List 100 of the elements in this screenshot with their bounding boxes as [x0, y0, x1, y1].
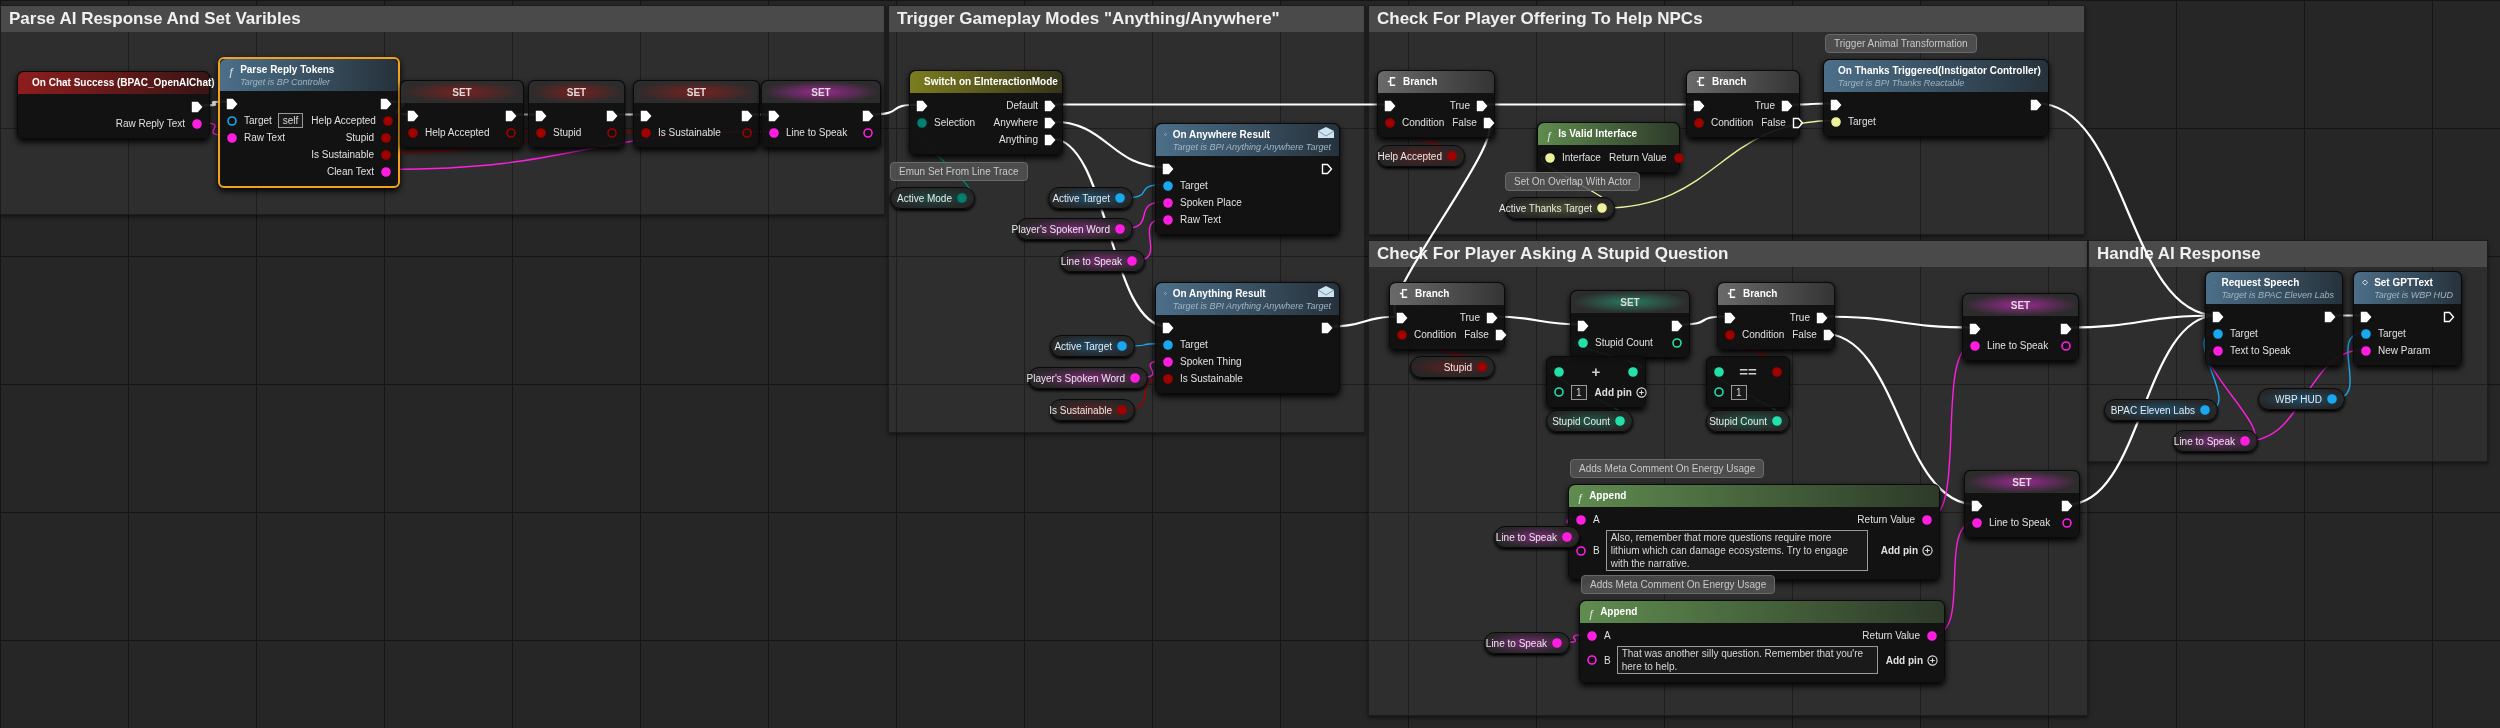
variable-node[interactable]: Active Mode — [890, 187, 975, 209]
exec-pin[interactable] — [1044, 133, 1056, 146]
exec-pin[interactable] — [535, 109, 547, 122]
data-pin[interactable] — [1162, 179, 1174, 192]
variable-node[interactable]: Line to Speak — [1060, 250, 1145, 272]
variable-node[interactable]: Line to Speak — [2173, 430, 2258, 452]
exec-pin[interactable] — [1830, 98, 1842, 111]
exec-pin[interactable] — [191, 100, 203, 113]
exec-pin[interactable] — [1486, 311, 1498, 324]
exec-pin[interactable] — [2212, 310, 2224, 323]
blueprint-node[interactable]: On Thanks Triggered(Instigator Controller) Target is BPI Thanks Reactable Target — [1823, 59, 2049, 137]
data-pin[interactable] — [2060, 339, 2072, 352]
exec-pin[interactable] — [1822, 328, 1835, 341]
data-pin[interactable] — [1969, 339, 1981, 352]
comment-title[interactable]: Parse AI Response And Set Varibles — [1, 6, 884, 32]
data-pin[interactable] — [380, 165, 392, 178]
blueprint-graph[interactable] — [0, 0, 2500, 728]
exec-pin[interactable] — [1396, 311, 1408, 324]
data-pin[interactable] — [1162, 338, 1174, 351]
comment-title[interactable]: Trigger Gameplay Modes "Anything/Anywhere" — [889, 6, 1364, 32]
data-pin[interactable] — [191, 117, 203, 130]
variable-node[interactable]: Active Target — [1048, 187, 1133, 209]
exec-pin[interactable] — [380, 97, 392, 110]
data-pin[interactable] — [1575, 513, 1587, 526]
exec-pin[interactable] — [1476, 99, 1488, 112]
pin-value-field[interactable]: 1 — [1571, 384, 1587, 400]
exec-pin[interactable] — [1577, 319, 1589, 332]
variable-node[interactable]: Help Accepted — [1377, 145, 1465, 167]
exec-pin[interactable] — [226, 97, 238, 110]
add-pin-button[interactable]: Add pin — [1594, 384, 1647, 400]
blueprint-node[interactable]: Branch True Condition False — [1717, 282, 1835, 350]
blueprint-node[interactable]: Set GPTText Target is WBP HUD Target New Param — [2353, 271, 2462, 366]
blueprint-node[interactable]: ƒ Append A Return Value B That was another silly question. Remember that you're here to help. Add pin — [1579, 600, 1945, 683]
exec-pin[interactable] — [2061, 499, 2073, 512]
variable-node[interactable]: WBP HUD — [2258, 388, 2345, 410]
exec-pin[interactable] — [606, 109, 618, 122]
exec-pin[interactable] — [1693, 99, 1705, 112]
data-pin[interactable] — [1162, 196, 1174, 209]
exec-pin[interactable] — [1494, 328, 1507, 341]
blueprint-node[interactable]: SET Line to Speak — [761, 80, 881, 148]
data-pin[interactable] — [1586, 654, 1598, 666]
exec-pin[interactable] — [1671, 319, 1683, 332]
data-pin[interactable] — [2360, 327, 2372, 340]
exec-pin[interactable] — [741, 109, 753, 122]
data-pin[interactable] — [226, 131, 238, 144]
pin-value-field[interactable]: That was another silly question. Remember that you're here to help. — [1616, 646, 1878, 674]
exec-pin[interactable] — [1162, 162, 1174, 175]
exec-pin[interactable] — [2030, 98, 2042, 111]
blueprint-node[interactable]: ƒ Append A Return Value B Also, remember that more questions require more lithium which can damage ecosystems. Try to engage with the narrative. Add pin — [1568, 484, 1940, 580]
blueprint-node[interactable]: ƒ Parse Reply Tokens Target is BP Controller Target self Help Accepted Raw Text Stupid Is Sustainable Clean Text — [218, 57, 400, 188]
exec-pin[interactable] — [1971, 499, 1983, 512]
variable-node[interactable]: Line to Speak — [1484, 632, 1570, 654]
data-pin[interactable] — [1162, 213, 1174, 226]
variable-node[interactable]: BPAC Eleven Labs — [2104, 399, 2218, 421]
blueprint-node[interactable]: SET Line to Speak — [1962, 293, 2079, 361]
exec-pin[interactable] — [407, 109, 419, 122]
blueprint-node[interactable]: SET Line to Speak — [1964, 470, 2080, 538]
data-pin[interactable] — [862, 126, 874, 139]
exec-pin[interactable] — [1724, 311, 1736, 324]
exec-pin[interactable] — [1816, 311, 1828, 324]
data-pin[interactable] — [1921, 513, 1933, 526]
exec-pin[interactable] — [2360, 310, 2372, 323]
exec-pin[interactable] — [768, 109, 780, 122]
data-pin[interactable] — [2212, 327, 2224, 340]
data-pin[interactable] — [768, 126, 780, 139]
exec-pin[interactable] — [1969, 322, 1981, 335]
comment-title[interactable]: Check For Player Offering To Help NPCs — [1369, 6, 2084, 32]
exec-pin[interactable] — [1044, 116, 1056, 129]
blueprint-node[interactable]: SET Stupid — [528, 80, 625, 148]
data-pin[interactable] — [1575, 544, 1587, 557]
pin-value-field[interactable]: 1 — [1731, 384, 1747, 400]
data-pin[interactable] — [1586, 629, 1598, 642]
variable-node[interactable]: Stupid — [1410, 356, 1495, 378]
data-pin[interactable] — [1971, 516, 1983, 529]
variable-node[interactable]: Stupid Count — [1706, 410, 1790, 432]
variable-node[interactable]: Player's Spoken Word — [1028, 367, 1148, 389]
exec-pin[interactable] — [862, 109, 874, 122]
exec-pin[interactable] — [2324, 310, 2336, 323]
blueprint-node[interactable]: + 1 Add pin — [1546, 356, 1646, 408]
exec-pin[interactable] — [505, 109, 517, 122]
exec-pin[interactable] — [1044, 99, 1056, 112]
blueprint-node[interactable]: On Anywhere Result Target is BPI Anything Anywhere Target Target Spoken Place Raw Text — [1155, 123, 1340, 235]
pin-value-field[interactable]: self — [277, 113, 304, 128]
blueprint-node[interactable]: SET Is Sustainable — [633, 80, 760, 148]
data-pin[interactable] — [2199, 404, 2211, 416]
data-pin[interactable] — [2061, 516, 2073, 529]
exec-pin[interactable] — [640, 109, 652, 122]
blueprint-node[interactable]: On Anything Result Target is BPI Anything Anywhere Target Target Spoken Thing Is Sustainable — [1155, 282, 1340, 394]
exec-pin[interactable] — [1162, 321, 1174, 334]
variable-node[interactable]: Active Target — [1050, 335, 1135, 357]
exec-pin[interactable] — [1791, 116, 1804, 129]
blueprint-node[interactable]: == 1 — [1706, 356, 1790, 408]
exec-pin[interactable] — [2443, 310, 2455, 323]
variable-node[interactable]: Line to Speak — [1494, 526, 1580, 548]
add-pin-button[interactable]: Add pin — [1885, 652, 1938, 668]
blueprint-node[interactable]: SET Help Accepted — [400, 80, 524, 148]
blueprint-node[interactable]: Branch True Condition False — [1377, 70, 1495, 138]
data-pin[interactable] — [2360, 344, 2372, 357]
exec-pin[interactable] — [1482, 116, 1495, 129]
data-pin[interactable] — [226, 114, 238, 127]
